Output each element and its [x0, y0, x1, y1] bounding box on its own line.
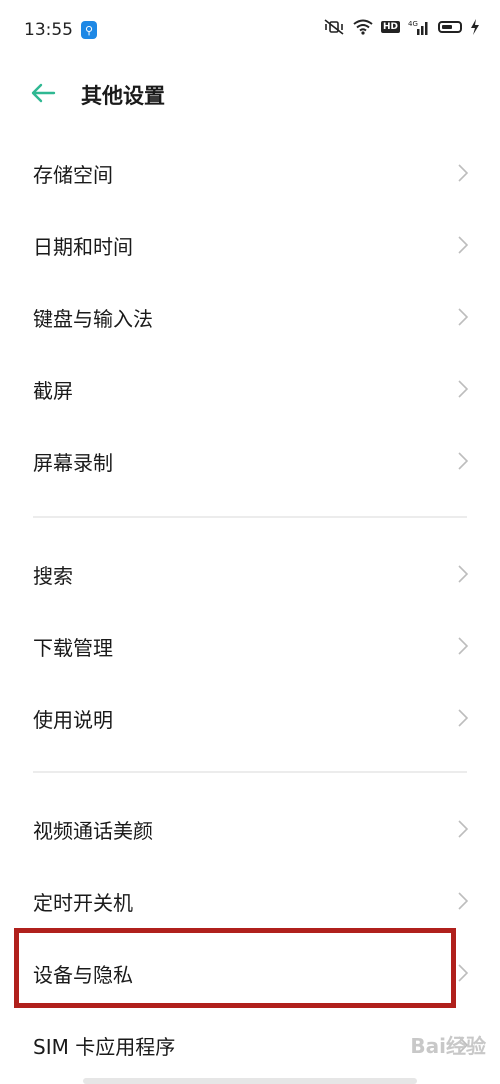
section-divider — [33, 516, 467, 518]
signal-icon: 4G — [408, 20, 428, 35]
settings-group-2: 搜索 下载管理 使用说明 — [0, 538, 500, 754]
settings-item-label: 下载管理 — [33, 635, 113, 660]
charging-icon — [471, 19, 479, 35]
svg-text:4G: 4G — [408, 20, 418, 28]
status-bar: 13:55 ⚲ HD 4G — [0, 0, 500, 60]
settings-item-date-time[interactable]: 日期和时间 — [0, 209, 500, 281]
hd-icon: HD — [380, 21, 400, 33]
chevron-right-icon — [458, 380, 468, 398]
chevron-right-icon — [458, 236, 468, 254]
settings-item-keyboard[interactable]: 键盘与输入法 — [0, 281, 500, 353]
chevron-right-icon — [458, 820, 468, 838]
settings-item-label: 搜索 — [33, 563, 73, 588]
usb-icon: ⚲ — [81, 21, 97, 39]
silent-vibrate-icon — [324, 19, 344, 35]
settings-item-storage[interactable]: 存储空间 — [0, 137, 500, 209]
settings-item-screenshot[interactable]: 截屏 — [0, 353, 500, 425]
back-arrow-icon[interactable] — [28, 78, 58, 108]
settings-item-label: 使用说明 — [33, 707, 113, 732]
chevron-right-icon — [458, 964, 468, 982]
settings-group-1: 存储空间 日期和时间 键盘与输入法 截屏 屏幕录制 — [0, 137, 500, 497]
chevron-right-icon — [458, 308, 468, 326]
status-time: 13:55 — [24, 20, 73, 40]
chevron-right-icon — [458, 709, 468, 727]
chevron-right-icon — [458, 164, 468, 182]
settings-item-label: 定时开关机 — [33, 890, 133, 915]
settings-item-label: 截屏 — [33, 378, 73, 403]
settings-item-video-beauty[interactable]: 视频通话美颜 — [0, 793, 500, 865]
settings-item-manual[interactable]: 使用说明 — [0, 682, 500, 754]
settings-item-label: 存储空间 — [33, 162, 113, 187]
chevron-right-icon — [458, 637, 468, 655]
chevron-right-icon — [458, 892, 468, 910]
settings-item-scheduled-power[interactable]: 定时开关机 — [0, 865, 500, 937]
battery-icon — [438, 21, 462, 33]
chevron-right-icon — [458, 452, 468, 470]
chevron-right-icon — [458, 565, 468, 583]
section-divider — [33, 771, 467, 773]
settings-item-label: 视频通话美颜 — [33, 818, 153, 843]
settings-item-label: 键盘与输入法 — [33, 306, 153, 331]
page-title: 其他设置 — [81, 84, 165, 108]
status-icons: HD 4G — [323, 19, 480, 35]
settings-item-label: 日期和时间 — [33, 234, 133, 259]
settings-item-search[interactable]: 搜索 — [0, 538, 500, 610]
watermark: Bai经验 — [410, 1034, 486, 1058]
settings-item-label: 屏幕录制 — [33, 450, 113, 475]
header: 其他设置 — [0, 60, 500, 130]
settings-item-screen-record[interactable]: 屏幕录制 — [0, 425, 500, 497]
highlight-box — [14, 928, 456, 1008]
wifi-icon — [353, 19, 373, 35]
settings-item-downloads[interactable]: 下载管理 — [0, 610, 500, 682]
home-indicator[interactable] — [83, 1078, 417, 1084]
settings-item-label: SIM 卡应用程序 — [33, 1034, 176, 1059]
